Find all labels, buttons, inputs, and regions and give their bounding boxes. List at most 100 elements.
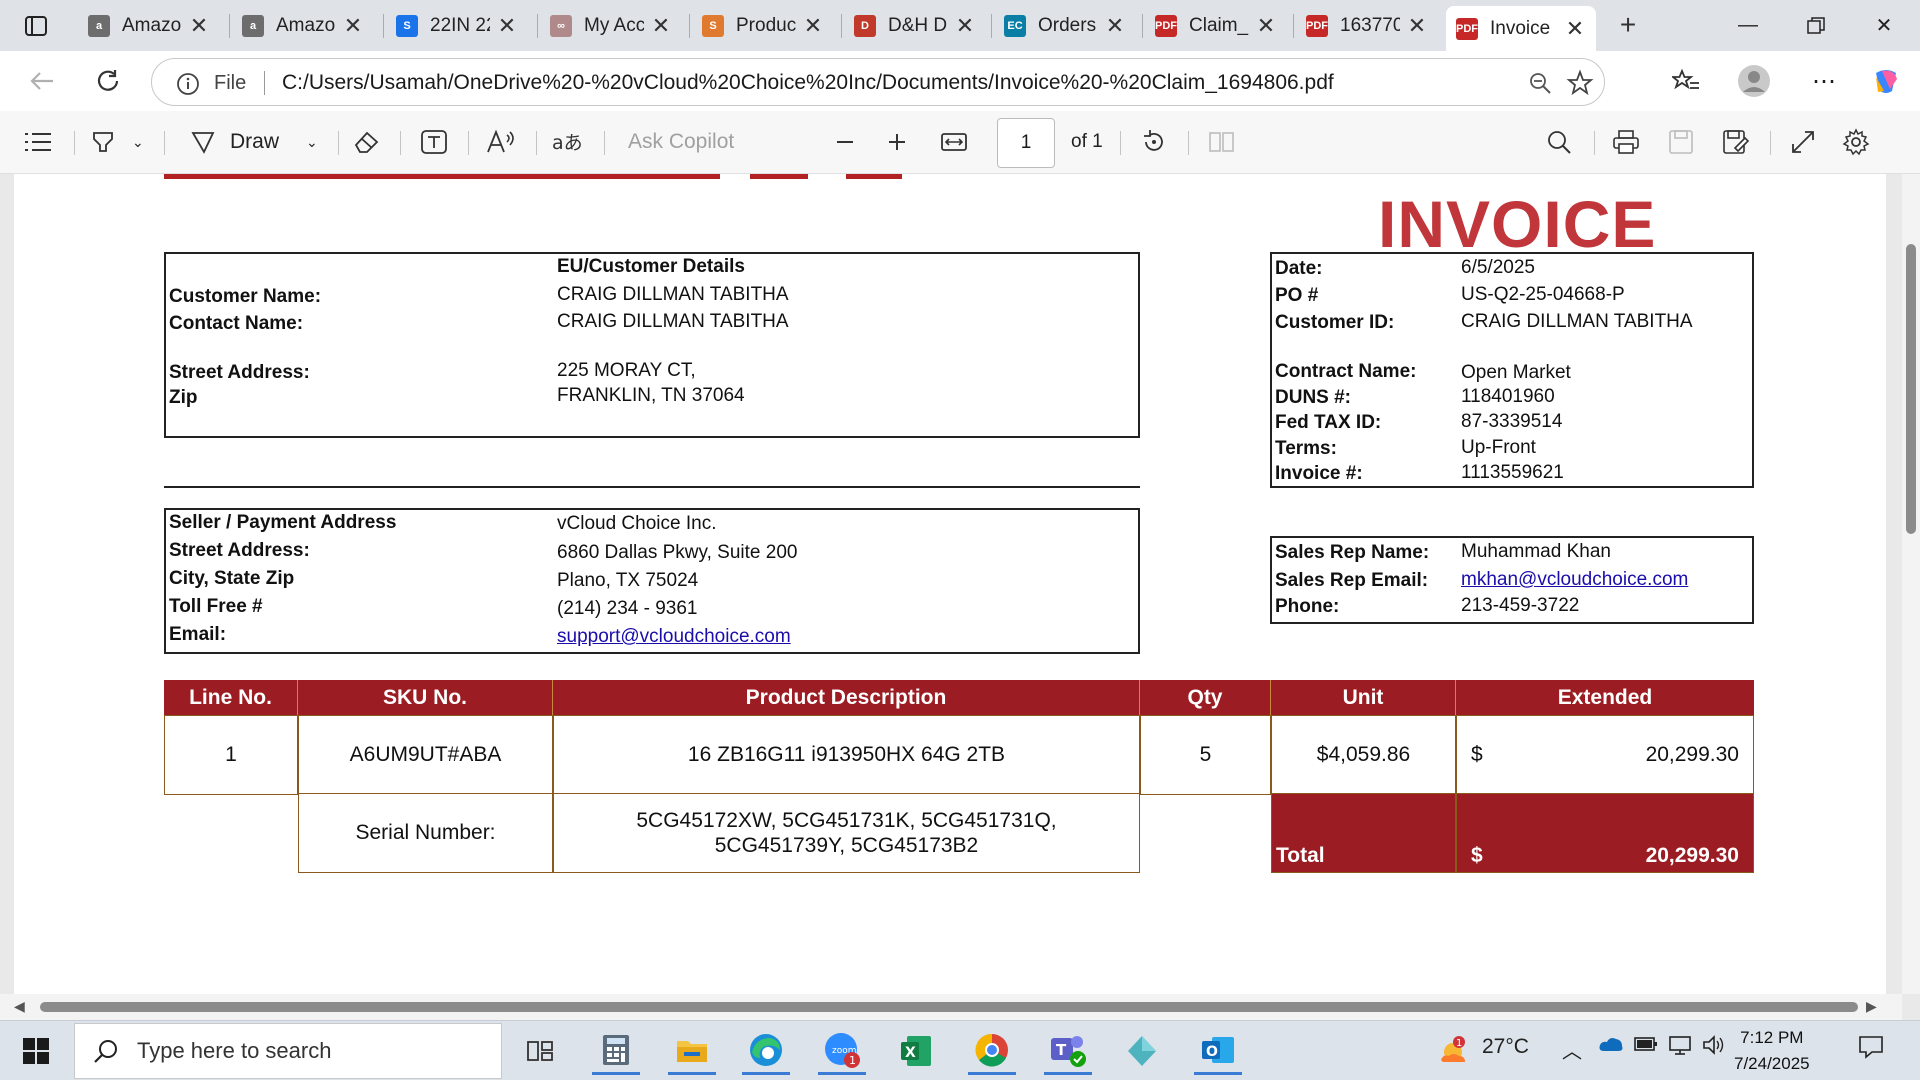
- clock-time: 7:12 PM: [1740, 1028, 1804, 1047]
- zoom-out-icon[interactable]: [1528, 71, 1552, 100]
- save-icon[interactable]: [1668, 125, 1694, 159]
- vertical-scrollbar[interactable]: [1902, 174, 1920, 994]
- notifications-icon[interactable]: [1858, 1035, 1884, 1065]
- close-icon[interactable]: ✕: [342, 13, 364, 39]
- back-icon[interactable]: [24, 63, 60, 99]
- more-options-icon[interactable]: ⋯: [1806, 63, 1842, 99]
- scrollbar-thumb[interactable]: [1906, 244, 1916, 534]
- zoom-app-icon[interactable]: zoom 1: [818, 1027, 866, 1075]
- highlight-icon[interactable]: [90, 125, 116, 159]
- tab-163770[interactable]: PDF 163770 ✕: [1296, 6, 1438, 46]
- close-icon[interactable]: ✕: [954, 13, 976, 39]
- close-icon[interactable]: ✕: [1406, 13, 1428, 39]
- scroll-right-icon[interactable]: ▶: [1866, 998, 1877, 1015]
- horizontal-scrollbar[interactable]: ◀ ▶: [0, 994, 1902, 1020]
- tab-orders[interactable]: EC Orders ✕: [994, 6, 1136, 46]
- excel-icon[interactable]: X: [892, 1027, 940, 1075]
- fullscreen-icon[interactable]: [1790, 125, 1816, 159]
- favorites-icon[interactable]: [1668, 63, 1704, 99]
- tab-invoice-active[interactable]: PDF Invoice ✕: [1446, 6, 1596, 51]
- fit-width-icon[interactable]: [940, 125, 968, 159]
- windows-start-icon[interactable]: [12, 1027, 60, 1075]
- close-icon[interactable]: ✕: [1564, 16, 1586, 42]
- weather-temperature[interactable]: 27°C: [1482, 1035, 1529, 1059]
- column-header-description: Product Description: [553, 680, 1140, 715]
- chevron-up-icon[interactable]: ︿: [1562, 1035, 1582, 1064]
- seller-email-link[interactable]: support@vcloudchoice.com: [557, 626, 791, 648]
- tab-actions-icon[interactable]: [14, 10, 58, 42]
- customer-details-heading: EU/Customer Details: [557, 256, 745, 277]
- rotate-icon[interactable]: [1140, 125, 1168, 159]
- cell-line-no: 1: [164, 715, 298, 795]
- eraser-icon[interactable]: [352, 125, 380, 159]
- page-number-input[interactable]: 1: [997, 118, 1055, 168]
- column-header-extended: Extended: [1456, 680, 1754, 715]
- info-icon[interactable]: [176, 72, 200, 101]
- column-header-unit: Unit: [1271, 680, 1456, 715]
- clock-date: 7/24/2025: [1734, 1054, 1810, 1073]
- zoom-in-icon[interactable]: [886, 125, 908, 159]
- calculator-icon[interactable]: [592, 1027, 640, 1075]
- save-as-icon[interactable]: [1722, 125, 1750, 159]
- weather-icon[interactable]: 1: [1430, 1027, 1478, 1075]
- close-icon[interactable]: ✕: [802, 13, 824, 39]
- settings-gear-icon[interactable]: [1842, 125, 1870, 159]
- tab-dh[interactable]: D D&H D ✕: [844, 6, 986, 46]
- tab-22in[interactable]: S 22IN 22 ✕: [386, 6, 528, 46]
- tab-title: 22IN 22: [430, 15, 490, 36]
- app-diamond-icon[interactable]: [1118, 1027, 1166, 1075]
- copilot-icon[interactable]: [1868, 63, 1904, 99]
- tab-strip: a Amazon ✕ a Amazon ✕ S 22IN 22 ✕ ∞ My A…: [0, 0, 1920, 51]
- zoom-out-icon[interactable]: [834, 125, 856, 159]
- tab-claim[interactable]: PDF Claim_1 ✕: [1145, 6, 1287, 46]
- refresh-icon[interactable]: [90, 63, 126, 99]
- chevron-down-icon[interactable]: ⌄: [306, 125, 318, 159]
- chrome-icon[interactable]: [968, 1027, 1016, 1075]
- tab-my-account[interactable]: ∞ My Acc ✕: [540, 6, 682, 46]
- tab-amazon-1[interactable]: a Amazon ✕: [78, 6, 220, 46]
- close-icon[interactable]: ✕: [1104, 13, 1126, 39]
- new-tab-icon[interactable]: +: [1610, 8, 1646, 44]
- url-text[interactable]: C:/Users/Usamah/OneDrive%20-%20vCloud%20…: [282, 71, 1334, 95]
- contents-icon[interactable]: [24, 125, 52, 159]
- task-view-icon[interactable]: [516, 1027, 564, 1075]
- battery-icon[interactable]: [1634, 1035, 1658, 1059]
- minimize-icon[interactable]: —: [1720, 0, 1776, 51]
- close-icon[interactable]: ✕: [496, 13, 518, 39]
- cell-description: 16 ZB16G11 i913950HX 64G 2TB: [553, 715, 1140, 795]
- serial-number-label: Serial Number:: [298, 793, 553, 873]
- teams-icon[interactable]: T: [1044, 1027, 1092, 1075]
- print-icon[interactable]: [1612, 125, 1640, 159]
- system-clock[interactable]: 7:12 PM 7/24/2025: [1734, 1025, 1810, 1077]
- svg-text:X: X: [905, 1045, 916, 1061]
- taskbar-search-input[interactable]: Type here to search: [74, 1023, 502, 1079]
- tab-product[interactable]: S Product ✕: [692, 6, 834, 46]
- onedrive-cloud-icon[interactable]: [1598, 1035, 1624, 1059]
- read-aloud-icon[interactable]: [486, 125, 516, 159]
- search-icon[interactable]: [1546, 125, 1572, 159]
- scroll-left-icon[interactable]: ◀: [14, 998, 25, 1015]
- outlook-icon[interactable]: O: [1194, 1027, 1242, 1075]
- chevron-down-icon[interactable]: ⌄: [132, 125, 144, 159]
- volume-icon[interactable]: [1702, 1035, 1726, 1061]
- close-window-icon[interactable]: ✕: [1856, 0, 1912, 51]
- url-field[interactable]: File C:/Users/Usamah/OneDrive%20-%20vClo…: [151, 58, 1605, 106]
- edge-browser-icon[interactable]: [742, 1027, 790, 1075]
- close-icon[interactable]: ✕: [188, 13, 210, 39]
- text-box-icon[interactable]: [420, 125, 448, 159]
- scrollbar-thumb[interactable]: [40, 1002, 1858, 1012]
- sales-rep-email-link[interactable]: mkhan@vcloudchoice.com: [1461, 569, 1688, 591]
- draw-button[interactable]: Draw: [190, 125, 279, 159]
- network-icon[interactable]: [1668, 1035, 1692, 1061]
- header-decoration: [750, 174, 808, 179]
- close-icon[interactable]: ✕: [650, 13, 672, 39]
- page-view-icon[interactable]: [1208, 125, 1236, 159]
- file-explorer-icon[interactable]: [668, 1027, 716, 1075]
- restore-icon[interactable]: [1788, 0, 1844, 51]
- ask-copilot-input[interactable]: Ask Copilot: [628, 125, 734, 159]
- tab-amazon-2[interactable]: a Amazon ✕: [232, 6, 374, 46]
- translate-icon[interactable]: aあ: [552, 125, 584, 159]
- close-icon[interactable]: ✕: [1255, 13, 1277, 39]
- profile-avatar[interactable]: [1736, 63, 1772, 99]
- favorite-star-icon[interactable]: [1566, 69, 1594, 102]
